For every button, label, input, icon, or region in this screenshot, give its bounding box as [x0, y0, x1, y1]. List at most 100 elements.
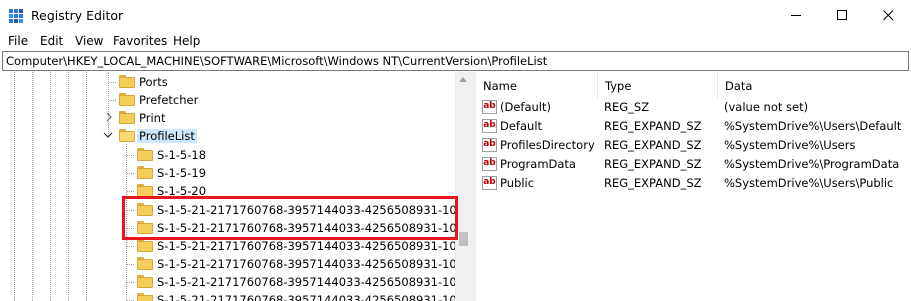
registry-editor-icon: [9, 9, 23, 23]
tree-item-label: S-1-5-20: [157, 184, 207, 198]
minimize-icon: [790, 15, 801, 16]
tree-item-label: S-1-5-21-2171760768-3957144033-425650893…: [157, 275, 472, 289]
tree-item-label: S-1-5-21-2171760768-3957144033-425650893…: [157, 257, 472, 271]
value-data: (value not set): [724, 100, 809, 114]
tree-connector: [127, 282, 134, 283]
value-row[interactable]: ab ProgramData REG_EXPAND_SZ %SystemDriv…: [476, 155, 911, 174]
value-name: Default: [500, 119, 543, 133]
tree-connector: [127, 228, 134, 229]
folder-icon: [137, 275, 153, 288]
value-type: REG_SZ: [604, 100, 650, 114]
value-type: REG_EXPAND_SZ: [604, 176, 702, 190]
column-header-label: Data: [725, 79, 753, 93]
folder-icon: [137, 166, 153, 179]
chevron-right-icon[interactable]: [104, 112, 114, 122]
maximize-button[interactable]: [819, 0, 865, 31]
tree-connector: [127, 264, 134, 265]
column-header-type[interactable]: Type: [598, 72, 718, 98]
tree-item-prefetcher[interactable]: Prefetcher: [2, 91, 462, 109]
tree-item-s-1-5-20[interactable]: S-1-5-20: [2, 182, 462, 200]
open-folder-icon: [119, 129, 135, 142]
value-type: REG_EXPAND_SZ: [604, 157, 702, 171]
menu-view[interactable]: View: [75, 34, 103, 48]
folder-icon: [137, 221, 153, 234]
tree-item-label: S-1-5-21-2171760768-3957144033-425650893…: [157, 239, 472, 253]
maximize-icon: [836, 10, 847, 20]
tree-item-label-selected: ProfileList: [137, 129, 197, 143]
value-data: %SystemDrive%\Users\Public: [724, 176, 894, 190]
tree-item-s-1-5-18[interactable]: S-1-5-18: [2, 146, 462, 164]
tree-item-profilelist[interactable]: ProfileList: [2, 127, 462, 145]
tree-connector: [127, 191, 134, 192]
tree-item-label: S-1-5-19: [157, 166, 207, 180]
tree-item-label: Ports: [139, 75, 168, 89]
tree-item-ports[interactable]: Ports: [2, 73, 462, 91]
value-name: ProgramData: [500, 157, 576, 171]
tree-connector: [127, 210, 134, 211]
value-row[interactable]: ab (Default) REG_SZ (value not set): [476, 98, 911, 117]
menu-edit[interactable]: Edit: [40, 34, 63, 48]
tree-connector: [109, 100, 116, 101]
value-row[interactable]: ab ProfilesDirectory REG_EXPAND_SZ %Syst…: [476, 136, 911, 155]
menu-help[interactable]: Help: [173, 34, 200, 48]
folder-icon: [119, 93, 135, 106]
folder-icon: [137, 239, 153, 252]
folder-icon: [137, 203, 153, 216]
scroll-up-arrow-icon[interactable]: [459, 77, 467, 82]
tree-item-sid-1003[interactable]: S-1-5-21-2171760768-3957144033-425650893…: [2, 237, 471, 255]
menu-bar: File Edit View Favorites Help: [0, 31, 911, 51]
value-data: %SystemDrive%\ProgramData: [724, 157, 900, 171]
address-bar[interactable]: Computer\HKEY_LOCAL_MACHINE\SOFTWARE\Mic…: [2, 51, 909, 71]
value-row[interactable]: ab Default REG_EXPAND_SZ %SystemDrive%\U…: [476, 117, 911, 136]
tree-item-label: Print: [139, 111, 166, 125]
menu-file[interactable]: File: [8, 34, 28, 48]
value-name: (Default): [500, 100, 551, 114]
tree-item-label: Prefetcher: [139, 93, 199, 107]
tree-item-sid-1001-bak[interactable]: S-1-5-21-2171760768-3957144033-425650893…: [2, 201, 472, 219]
value-type: REG_EXPAND_SZ: [604, 119, 702, 133]
column-header-label: Name: [483, 79, 517, 93]
address-path[interactable]: Computer\HKEY_LOCAL_MACHINE\SOFTWARE\Mic…: [6, 54, 547, 68]
key-tree[interactable]: Ports Prefetcher Print ProfileList S-1-5…: [2, 72, 472, 301]
scrollbar-thumb[interactable]: [459, 232, 468, 246]
tree-item-sid-1006[interactable]: S-1-5-21-2171760768-3957144033-425650893…: [2, 291, 471, 301]
folder-icon: [119, 75, 135, 88]
menu-favorites[interactable]: Favorites: [113, 34, 167, 48]
tree-item-s-1-5-19[interactable]: S-1-5-19: [2, 164, 462, 182]
folder-icon: [137, 293, 153, 301]
string-value-icon: ab: [482, 176, 497, 190]
string-value-icon: ab: [482, 157, 497, 171]
minimize-button[interactable]: [773, 0, 819, 31]
values-list[interactable]: Name Type Data ab (Default) REG_SZ (valu…: [476, 72, 911, 301]
tree-connector: [127, 173, 134, 174]
tree-connector: [127, 155, 134, 156]
tree-connector: [109, 82, 116, 83]
tree-item-print[interactable]: Print: [2, 109, 462, 127]
folder-icon: [137, 148, 153, 161]
tree-item-label: S-1-5-21-2171760768-3957144033-425650893…: [157, 293, 472, 301]
value-data: %SystemDrive%\Users: [724, 138, 856, 152]
chevron-down-icon[interactable]: [103, 130, 113, 140]
folder-icon: [119, 111, 135, 124]
folder-icon: [137, 257, 153, 270]
column-header-name[interactable]: Name: [476, 72, 598, 98]
tree-scrollbar[interactable]: [455, 72, 472, 301]
window-title: Registry Editor: [31, 8, 124, 23]
value-name: Public: [500, 176, 535, 190]
tree-item-sid-1005[interactable]: S-1-5-21-2171760768-3957144033-425650893…: [2, 273, 471, 291]
tree-item-sid-1001[interactable]: S-1-5-21-2171760768-3957144033-425650893…: [2, 219, 471, 237]
close-icon: [882, 10, 893, 21]
column-header-data[interactable]: Data: [718, 72, 911, 98]
string-value-icon: ab: [482, 138, 497, 152]
value-name: ProfilesDirectory: [500, 138, 595, 152]
tree-item-label: S-1-5-18: [157, 148, 207, 162]
value-data: %SystemDrive%\Users\Default: [724, 119, 902, 133]
title-bar: Registry Editor: [0, 0, 911, 31]
close-button[interactable]: [865, 0, 911, 31]
folder-icon: [137, 184, 153, 197]
value-row[interactable]: ab Public REG_EXPAND_SZ %SystemDrive%\Us…: [476, 174, 911, 193]
value-type: REG_EXPAND_SZ: [604, 138, 702, 152]
tree-item-label: S-1-5-21-2171760768-3957144033-425650893…: [157, 221, 472, 235]
tree-item-sid-1004[interactable]: S-1-5-21-2171760768-3957144033-425650893…: [2, 255, 471, 273]
tree-connector: [127, 246, 134, 247]
